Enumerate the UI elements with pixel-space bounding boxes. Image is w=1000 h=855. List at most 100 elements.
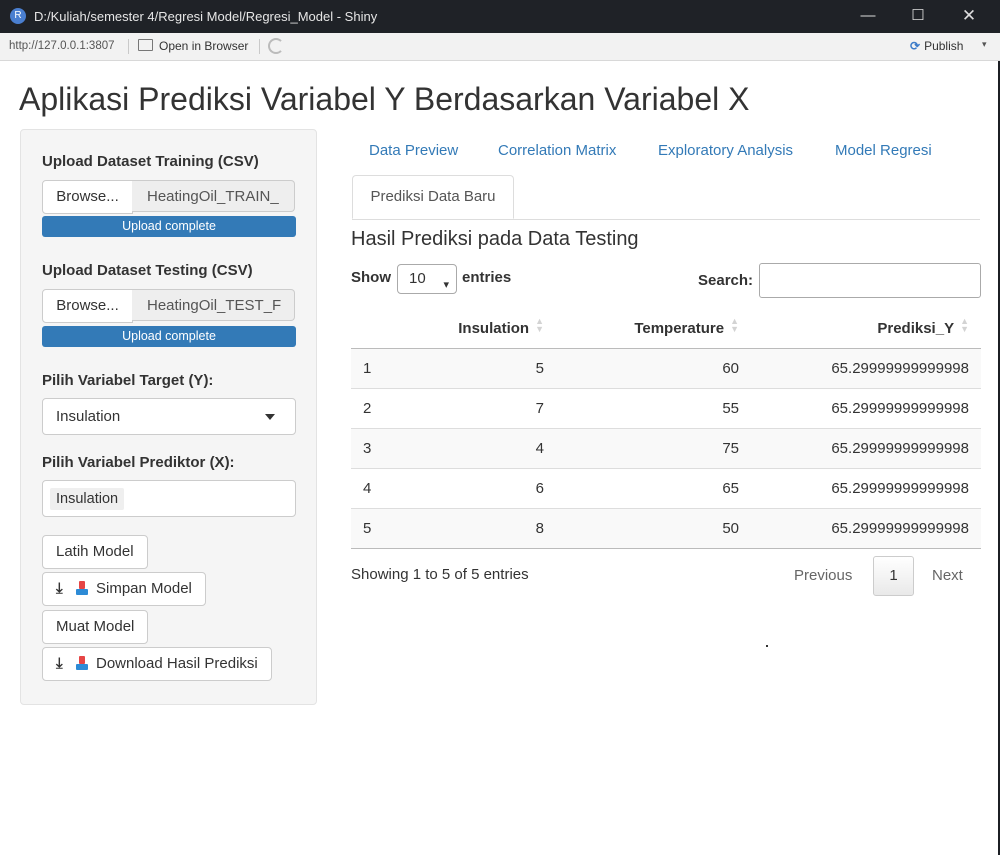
table-row[interactable]: 2 7 55 65.29999999999998 — [351, 387, 981, 428]
train-browse-button[interactable]: Browse... — [42, 180, 133, 214]
cell-index: 4 — [351, 467, 421, 508]
predictor-variable-label: Pilih Variabel Prediktor (X): — [42, 454, 235, 471]
cell-temperature: 75 — [556, 427, 751, 468]
sidebar-panel: Upload Dataset Training (CSV) Browse... … — [20, 129, 317, 705]
save-tray-icon — [76, 581, 88, 595]
publish-button[interactable]: ⟳ Publish — [910, 39, 963, 53]
train-upload-progress: Upload complete — [42, 216, 296, 237]
open-in-browser-label: Open in Browser — [159, 39, 249, 53]
refresh-icon[interactable] — [268, 38, 284, 54]
column-header-insulation[interactable]: Insulation ▲ ▼ — [421, 306, 556, 349]
save-model-button[interactable]: ⤓ Simpan Model — [42, 572, 206, 606]
table-row[interactable]: 3 4 75 65.29999999999998 — [351, 427, 981, 468]
tab-prediksi-data-baru[interactable]: Prediksi Data Baru — [352, 175, 514, 219]
browser-window-icon — [138, 39, 153, 51]
tab-exploratory-analysis[interactable]: Exploratory Analysis — [658, 142, 793, 159]
close-button[interactable]: ✕ — [946, 4, 992, 28]
cell-prediksi-y: 65.29999999999998 — [751, 427, 981, 468]
cell-index: 5 — [351, 507, 421, 549]
section-title: Hasil Prediksi pada Data Testing — [351, 228, 639, 250]
cell-prediksi-y: 65.29999999999998 — [751, 347, 981, 388]
table-header-row: Insulation ▲ ▼ Temperature ▲ ▼ Prediksi_Y ▲ ▼ — [351, 306, 981, 349]
target-variable-label: Pilih Variabel Target (Y): — [42, 372, 214, 389]
cell-insulation: 5 — [421, 347, 556, 388]
column-header-label: Prediksi_Y — [877, 319, 955, 337]
cell-temperature: 50 — [556, 507, 751, 549]
maximize-button[interactable]: ☐ — [895, 4, 941, 28]
test-upload-progress: Upload complete — [42, 326, 296, 347]
previous-page-button[interactable]: Previous — [794, 567, 852, 584]
publish-label: Publish — [924, 39, 964, 53]
cell-insulation: 8 — [421, 507, 556, 549]
download-predictions-button[interactable]: ⤓ Download Hasil Prediksi — [42, 647, 272, 681]
publish-icon: ⟳ — [910, 39, 921, 53]
stray-dot — [766, 645, 768, 647]
tab-correlation-matrix[interactable]: Correlation Matrix — [498, 142, 616, 159]
target-variable-select[interactable]: Insulation — [42, 398, 296, 435]
cell-temperature: 55 — [556, 387, 751, 428]
cell-index: 1 — [351, 347, 421, 388]
save-tray-icon — [76, 656, 88, 670]
cell-prediksi-y: 65.29999999999998 — [751, 467, 981, 508]
train-model-button[interactable]: Latih Model — [42, 535, 148, 569]
test-file-input: Browse... HeatingOil_TEST_F — [42, 289, 296, 323]
cell-insulation: 6 — [421, 467, 556, 508]
search-input[interactable] — [759, 263, 981, 298]
prediction-table: Insulation ▲ ▼ Temperature ▲ ▼ Prediksi_Y ▲ ▼ … — [351, 306, 981, 549]
page-length-select[interactable]: 10 ▾ — [397, 264, 457, 294]
download-predictions-label: Download Hasil Prediksi — [96, 655, 258, 672]
publish-dropdown-caret-icon[interactable]: ▾ — [982, 39, 987, 50]
column-header-prediksi-y[interactable]: Prediksi_Y ▲ ▼ — [751, 306, 981, 349]
page-number-button[interactable]: 1 — [873, 556, 914, 596]
download-icon: ⤓ — [56, 580, 63, 597]
search-label: Search: — [698, 272, 754, 289]
cell-temperature: 60 — [556, 347, 751, 388]
cell-index: 2 — [351, 387, 421, 428]
table-row[interactable]: 5 8 50 65.29999999999998 — [351, 507, 981, 549]
table-info: Showing 1 to 5 of 5 entries — [351, 566, 529, 583]
entries-label: entries — [462, 269, 512, 286]
page-title: Aplikasi Prediksi Variabel Y Berdasarkan… — [19, 81, 750, 117]
toolbar-divider — [128, 39, 129, 54]
next-page-button[interactable]: Next — [932, 567, 963, 584]
cell-temperature: 65 — [556, 467, 751, 508]
cell-insulation: 4 — [421, 427, 556, 468]
chevron-down-icon: ▾ — [443, 279, 449, 291]
column-header-label: Insulation — [458, 319, 530, 337]
predictor-chip[interactable]: Insulation — [50, 488, 125, 510]
predictor-variable-select[interactable]: Insulation — [42, 480, 296, 517]
tab-data-preview[interactable]: Data Preview — [369, 142, 458, 159]
viewer-toolbar: http://127.0.0.1:3807 Open in Browser ⟳ P… — [0, 33, 1000, 61]
dropdown-caret-icon — [265, 414, 275, 420]
target-variable-value: Insulation — [56, 408, 121, 425]
table-row[interactable]: 4 6 65 65.29999999999998 — [351, 467, 981, 508]
sort-icon: ▲ ▼ — [960, 315, 969, 334]
tab-bar: Prediksi Data Baru — [352, 171, 980, 220]
train-file-input: Browse... HeatingOil_TRAIN_ — [42, 180, 296, 214]
column-header-index — [351, 306, 421, 349]
column-header-label: Temperature — [634, 319, 725, 337]
train-file-name: HeatingOil_TRAIN_ — [132, 180, 295, 212]
load-model-button[interactable]: Muat Model — [42, 610, 149, 644]
table-row[interactable]: 1 5 60 65.29999999999998 — [351, 347, 981, 388]
tab-model-regresi[interactable]: Model Regresi — [835, 142, 932, 159]
window-title: D:/Kuliah/semester 4/Regresi Model/Regre… — [34, 9, 378, 24]
page-length-value: 10 — [409, 270, 426, 287]
r-app-icon: R — [10, 8, 26, 24]
test-file-name: HeatingOil_TEST_F — [132, 289, 295, 321]
cell-insulation: 7 — [421, 387, 556, 428]
test-upload-label: Upload Dataset Testing (CSV) — [42, 262, 253, 279]
download-icon: ⤓ — [56, 655, 63, 672]
open-in-browser-button[interactable]: Open in Browser — [138, 39, 248, 53]
show-label: Show — [351, 269, 391, 286]
toolbar-divider — [259, 39, 260, 54]
sort-icon: ▲ ▼ — [730, 315, 739, 334]
url-text[interactable]: http://127.0.0.1:3807 — [9, 40, 115, 52]
save-model-label: Simpan Model — [96, 580, 192, 597]
window-titlebar: R D:/Kuliah/semester 4/Regresi Model/Reg… — [0, 0, 1000, 33]
cell-prediksi-y: 65.29999999999998 — [751, 387, 981, 428]
minimize-button[interactable]: — — [845, 4, 891, 28]
test-browse-button[interactable]: Browse... — [42, 289, 133, 323]
column-header-temperature[interactable]: Temperature ▲ ▼ — [556, 306, 751, 349]
sort-icon: ▲ ▼ — [535, 315, 544, 334]
